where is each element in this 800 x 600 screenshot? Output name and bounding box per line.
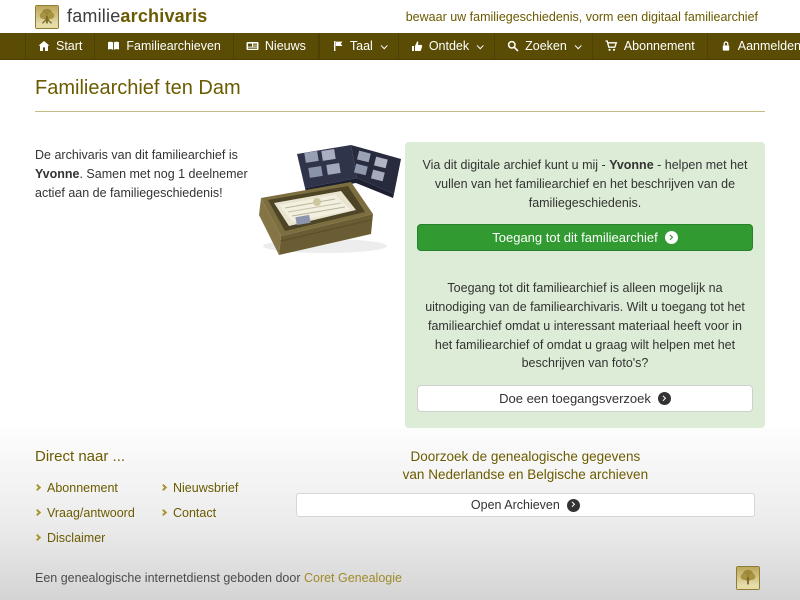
- search-icon: [507, 40, 519, 52]
- footer-link-label: Vraag/antwoord: [47, 505, 135, 520]
- nav-item-ontdek-label: Ontdek: [428, 39, 470, 54]
- chevron-right-icon: [159, 483, 168, 492]
- invite-text: Via dit digitale archief kunt u mij - Yv…: [421, 156, 749, 212]
- nav-right-group: Taal Ontdek Zoeken Abonnement Aanmelden: [318, 33, 800, 59]
- footer-tree-logo-icon[interactable]: [736, 566, 760, 590]
- content-row: De archivaris van dit familiearchief is …: [35, 142, 765, 428]
- newspaper-icon: [246, 42, 259, 51]
- list-item: Abonnement: [33, 477, 161, 495]
- nav-item-abonnement[interactable]: Abonnement: [593, 33, 708, 59]
- cart-icon: [605, 40, 618, 51]
- list-item: Nieuwsbrief: [159, 477, 287, 495]
- footer-link-label: Contact: [173, 505, 217, 520]
- panel-column: Via dit digitale archief kunt u mij - Yv…: [405, 142, 765, 428]
- footer-link-label: Nieuwsbrief: [173, 480, 239, 495]
- nav-item-nieuws[interactable]: Nieuws: [234, 33, 319, 59]
- nav-item-start[interactable]: Start: [25, 33, 96, 59]
- main-navbar: Start Familiearchieven Nieuws Taal Ontde…: [0, 33, 800, 60]
- coret-genealogie-link[interactable]: Coret Genealogie: [304, 571, 402, 585]
- footer-link-vraag-antwoord[interactable]: Vraag/antwoord: [33, 505, 135, 520]
- chevron-down-icon: [574, 41, 582, 49]
- nav-item-nieuws-label: Nieuws: [264, 39, 306, 54]
- request-access-button-label: Doe een toegangsverzoek: [499, 391, 651, 406]
- chevron-down-icon: [380, 41, 388, 49]
- chevron-right-icon: [33, 483, 42, 492]
- brand-bold: archivaris: [120, 6, 208, 27]
- arrow-circle-right-icon: [657, 392, 671, 405]
- footer-links: Abonnement Vraag/antwoord Disclaimer Nie…: [33, 477, 296, 552]
- home-icon: [38, 41, 50, 52]
- footer-link-contact[interactable]: Contact: [159, 505, 217, 520]
- footer-direct-links: Direct naar ... Abonnement Vraag/antwoor…: [33, 448, 296, 552]
- access-archive-button-label: Toegang tot dit familiearchief: [492, 230, 658, 246]
- open-archieven-button[interactable]: Open Archieven: [295, 493, 755, 518]
- chevron-right-icon: [159, 508, 168, 517]
- request-access-button[interactable]: Doe een toegangsverzoek: [417, 385, 753, 412]
- nav-item-taal[interactable]: Taal: [318, 33, 399, 59]
- open-archieven-line2: van Nederlandse en Belgische archieven: [402, 466, 649, 482]
- nav-item-ontdek[interactable]: Ontdek: [399, 33, 496, 59]
- nav-item-abonnement-label: Abonnement: [623, 39, 695, 54]
- intro-pre: De archivaris van dit familiearchief is: [35, 148, 238, 162]
- nav-item-zoeken-label: Zoeken: [525, 39, 567, 54]
- arrow-circle-right-icon: [566, 498, 580, 512]
- nav-item-taal-label: Taal: [349, 39, 373, 54]
- bottom-bar: Een genealogische internetdienst geboden…: [0, 552, 800, 600]
- footer-columns: Direct naar ... Abonnement Vraag/antwoor…: [0, 448, 800, 552]
- site-tagline: bewaar uw familiegeschiedenis, vorm een …: [405, 9, 758, 24]
- brand-light: familie: [67, 6, 121, 27]
- lock-icon: [722, 41, 729, 51]
- nav-item-familiearchieven-label: Familiearchieven: [126, 39, 221, 54]
- footer: Direct naar ... Abonnement Vraag/antwoor…: [0, 428, 800, 600]
- list-item: Disclaimer: [33, 527, 161, 545]
- credit-text: Een genealogische internetdienst geboden…: [35, 571, 304, 585]
- invite-pre: Via dit digitale archief kunt u mij -: [422, 158, 610, 172]
- chevron-right-icon: [33, 533, 42, 542]
- archivist-name: Yvonne: [35, 167, 80, 181]
- open-archieven-line1: Doorzoek de genealogische gegevens: [410, 449, 641, 464]
- photo-column: [255, 142, 405, 262]
- footer-link-disclaimer[interactable]: Disclaimer: [33, 530, 106, 545]
- access-panel: Via dit digitale archief kunt u mij - Yv…: [405, 142, 765, 428]
- flag-icon: [333, 41, 343, 52]
- brand-wordmark[interactable]: familiearchivaris: [67, 6, 207, 27]
- list-item: Contact: [159, 502, 287, 520]
- title-divider: [35, 111, 765, 112]
- header: familiearchivaris bewaar uw familiegesch…: [0, 0, 800, 34]
- footer-links-col1: Abonnement Vraag/antwoord Disclaimer: [33, 477, 161, 552]
- credit-line: Een genealogische internetdienst geboden…: [35, 571, 402, 585]
- footer-link-nieuwsbrief[interactable]: Nieuwsbrief: [159, 480, 239, 495]
- open-archieven-text: Doorzoek de genealogische gegevens van Ne…: [296, 448, 755, 483]
- footer-open-archieven: Doorzoek de genealogische gegevens van Ne…: [295, 448, 755, 552]
- hand-icon: [411, 41, 423, 52]
- book-icon: [108, 41, 120, 51]
- nav-item-start-label: Start: [56, 39, 83, 54]
- nav-item-aanmelden-label: Aanmelden: [737, 39, 800, 54]
- chevron-down-icon: [476, 41, 484, 49]
- list-item: Vraag/antwoord: [33, 502, 161, 520]
- page: familiearchivaris bewaar uw familiegesch…: [0, 0, 800, 600]
- footer-link-label: Abonnement: [47, 480, 118, 495]
- main-content: Familiearchief ten Dam De archivaris van…: [0, 60, 800, 428]
- nav-item-zoeken[interactable]: Zoeken: [495, 33, 593, 59]
- footer-link-label: Disclaimer: [47, 530, 106, 545]
- direct-naar-heading: Direct naar ...: [35, 448, 126, 465]
- nav-item-familiearchieven[interactable]: Familiearchieven: [95, 33, 234, 59]
- archive-box-photo: [259, 145, 401, 255]
- request-text: Toegang tot dit familiearchief is alleen…: [425, 281, 745, 371]
- site-logo-tree-icon[interactable]: [35, 4, 59, 29]
- nav-left-group: Start Familiearchieven Nieuws: [25, 33, 319, 59]
- footer-links-col2: Nieuwsbrief Contact: [159, 477, 287, 552]
- arrow-circle-right-icon: [664, 231, 678, 245]
- page-title: Familiearchief ten Dam: [35, 77, 241, 99]
- nav-item-aanmelden[interactable]: Aanmelden: [708, 33, 800, 59]
- access-archive-button[interactable]: Toegang tot dit familiearchief: [417, 224, 753, 252]
- archivist-name: Yvonne: [609, 158, 654, 172]
- intro-paragraph: De archivaris van dit familiearchief is …: [35, 142, 255, 203]
- chevron-right-icon: [33, 508, 42, 517]
- open-archieven-button-label: Open Archieven: [470, 498, 560, 513]
- footer-link-abonnement[interactable]: Abonnement: [33, 480, 118, 495]
